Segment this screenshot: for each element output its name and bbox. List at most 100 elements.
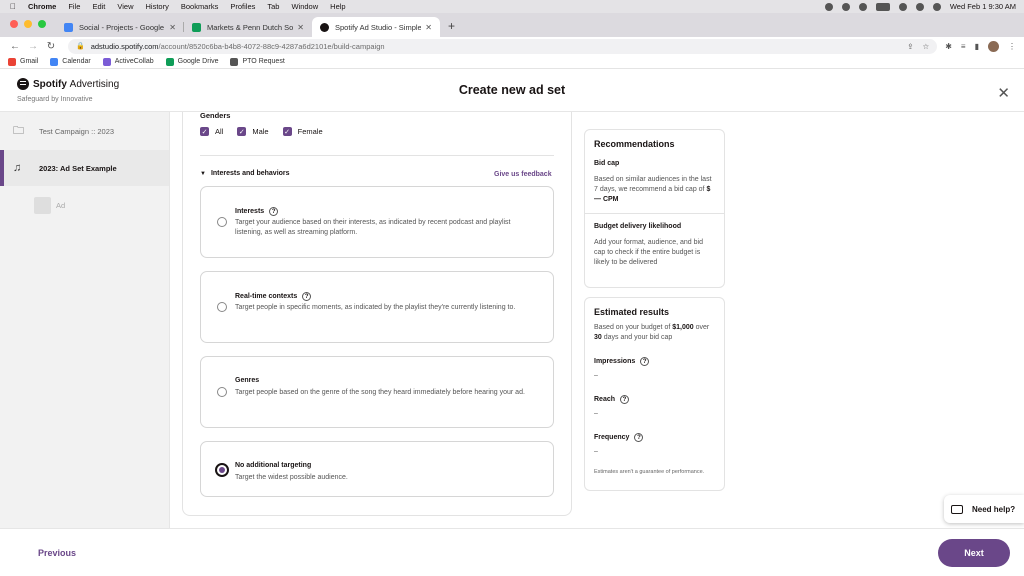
divider	[200, 155, 554, 156]
option-description: Target the widest possible audience.	[235, 474, 348, 481]
forward-icon[interactable]: →	[26, 41, 40, 52]
campaign-sidebar: 🗀 Test Campaign :: 2023 ♫ 2023: Ad Set E…	[0, 112, 170, 528]
tab-title: Social - Projects - Google Driv	[79, 22, 165, 32]
menu-edit[interactable]: Edit	[92, 2, 105, 11]
apple-icon[interactable]: 	[8, 2, 18, 11]
stat-impressions: Impressions? –	[585, 357, 724, 379]
radio-button[interactable]	[217, 217, 227, 227]
close-icon[interactable]: ✕	[297, 23, 304, 32]
stat-label: Impressions	[594, 358, 636, 365]
bid-cap-text: Based on similar audiences in the last 7…	[594, 176, 712, 193]
status-icon[interactable]	[841, 2, 850, 11]
control-center-icon[interactable]	[932, 2, 941, 11]
option-description: Target people based on the genre of the …	[235, 389, 525, 396]
bookmark-label: Calendar	[62, 58, 91, 65]
wifi-icon[interactable]	[898, 2, 907, 11]
bookmark-label: PTO Request	[242, 58, 285, 65]
close-icon[interactable]: ✕	[425, 23, 432, 32]
sidebar-item-ad-set[interactable]: ♫ 2023: Ad Set Example	[0, 150, 169, 186]
menu-file[interactable]: File	[68, 2, 80, 11]
menu-app-name[interactable]: Chrome	[28, 2, 56, 11]
close-window-button[interactable]	[10, 20, 18, 28]
bookmark-activecollab[interactable]: ActiveCollab	[102, 57, 154, 66]
folder-icon: 🗀	[13, 124, 24, 137]
menu-profiles[interactable]: Profiles	[230, 2, 255, 11]
search-icon[interactable]	[915, 2, 924, 11]
help-icon[interactable]: ?	[269, 207, 279, 216]
sidebar-item-ad[interactable]: Ad	[0, 186, 169, 224]
battery-icon[interactable]	[875, 2, 890, 11]
help-icon[interactable]: ?	[640, 357, 650, 366]
budget-likelihood-text: Add your format, audience, and bid cap t…	[594, 239, 703, 266]
sidebar-item-campaign[interactable]: 🗀 Test Campaign :: 2023	[0, 112, 169, 150]
address-bar[interactable]: 🔒 adstudio.spotify.com/account/8520c6ba-…	[68, 38, 938, 54]
menu-help[interactable]: Help	[330, 2, 345, 11]
browser-tab-active[interactable]: Spotify Ad Studio - Simple Self ✕	[312, 17, 440, 37]
option-real-time-contexts[interactable]: Real-time contexts? Target people in spe…	[200, 271, 554, 343]
close-icon[interactable]: ✕	[997, 84, 1010, 102]
reload-icon[interactable]: ↻	[44, 41, 58, 52]
option-no-additional-targeting[interactable]: No additional targeting Target the wides…	[200, 441, 554, 497]
reading-list-icon[interactable]: ≡	[961, 42, 966, 51]
option-interests[interactable]: Interests? Target your audience based on…	[200, 186, 554, 258]
help-icon[interactable]: ?	[634, 433, 644, 442]
bookmark-calendar[interactable]: Calendar	[50, 57, 91, 66]
bookmark-gmail[interactable]: Gmail	[8, 57, 38, 66]
status-icon[interactable]	[858, 2, 867, 11]
next-button[interactable]: Next	[938, 539, 1010, 567]
gender-all-checkbox[interactable]: ✓ All	[200, 127, 223, 136]
menu-history[interactable]: History	[146, 2, 169, 11]
menu-window[interactable]: Window	[291, 2, 318, 11]
spotify-icon	[320, 22, 329, 32]
gender-female-checkbox[interactable]: ✓ Female	[282, 127, 323, 136]
bookmark-label: Google Drive	[177, 58, 219, 65]
sidebar-item-label: Ad	[56, 200, 66, 210]
menu-clock[interactable]: Wed Feb 1 9:30 AM	[950, 2, 1016, 11]
status-icon[interactable]	[824, 2, 833, 11]
back-icon[interactable]: ←	[8, 41, 22, 52]
star-icon[interactable]: ☆	[922, 42, 929, 51]
browser-tab[interactable]: Social - Projects - Google Driv ✕	[56, 17, 184, 37]
interests-behaviors-toggle[interactable]: ▼ Interests and behaviors	[200, 170, 290, 177]
option-description: Target your audience based on their inte…	[235, 219, 511, 236]
bookmark-pto-request[interactable]: PTO Request	[230, 57, 285, 66]
option-genres[interactable]: Genres Target people based on the genre …	[200, 356, 554, 428]
new-tab-icon[interactable]: +	[440, 19, 463, 37]
url-host: adstudio.spotify.com	[90, 41, 159, 51]
help-icon[interactable]: ?	[302, 292, 312, 301]
feedback-link[interactable]: Give us feedback	[494, 171, 552, 178]
person-icon	[230, 57, 239, 66]
bookmark-label: ActiveCollab	[114, 58, 154, 65]
estimated-results-panel: Estimated results Based on your budget o…	[584, 297, 725, 491]
browser-tab[interactable]: Markets & Penn Dutch Social F ✕	[184, 17, 312, 37]
radio-button[interactable]	[217, 302, 227, 312]
minimize-window-button[interactable]	[24, 20, 32, 28]
close-icon[interactable]: ✕	[169, 23, 176, 32]
estimate-text: Based on your budget of	[594, 324, 671, 331]
help-icon[interactable]: ?	[620, 395, 630, 404]
profile-avatar[interactable]	[988, 40, 999, 52]
radio-button[interactable]	[217, 387, 227, 397]
menu-view[interactable]: View	[117, 2, 133, 11]
sidebar-icon[interactable]: ▮	[975, 42, 979, 51]
share-icon[interactable]: ⇪	[907, 42, 913, 51]
previous-button[interactable]: Previous	[38, 548, 76, 558]
more-icon[interactable]: ⋮	[1008, 42, 1016, 51]
menu-tab[interactable]: Tab	[267, 2, 279, 11]
google-drive-icon	[64, 22, 73, 32]
panel-title: Estimated results	[594, 307, 670, 317]
menu-bookmarks[interactable]: Bookmarks	[181, 2, 219, 11]
bookmark-google-drive[interactable]: Google Drive	[165, 57, 219, 66]
stat-value: –	[594, 448, 598, 455]
org-name[interactable]: Safeguard by Innovative	[17, 96, 93, 103]
need-help-button[interactable]: Need help?	[944, 495, 1024, 523]
checkbox-label: All	[215, 127, 224, 136]
estimate-days: 30	[594, 334, 602, 341]
checkbox-checked-icon: ✓	[282, 127, 292, 136]
zoom-window-button[interactable]	[38, 20, 46, 28]
option-description: Target people in specific moments, as in…	[235, 304, 516, 311]
radio-button-selected[interactable]	[215, 463, 229, 477]
extensions-icon[interactable]: ✱	[945, 42, 952, 51]
lock-icon[interactable]: 🔒	[76, 42, 85, 50]
gender-male-checkbox[interactable]: ✓ Male	[237, 127, 269, 136]
